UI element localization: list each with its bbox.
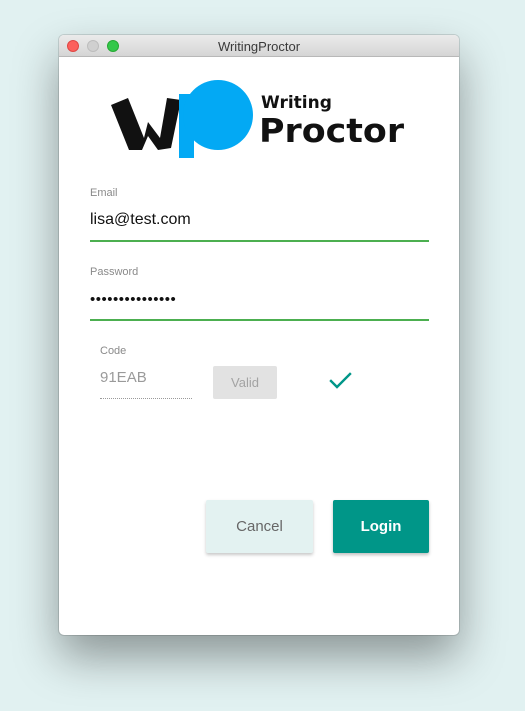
checkmark-icon bbox=[329, 372, 352, 389]
cancel-button[interactable]: Cancel bbox=[206, 500, 313, 553]
code-field[interactable]: 91EAB bbox=[100, 369, 147, 386]
password-field[interactable]: ••••••••••••••• bbox=[90, 291, 176, 308]
login-window: WritingProctor Writing Proctor Email lis… bbox=[59, 35, 459, 635]
writing-proctor-logo: Writing Proctor bbox=[111, 80, 405, 158]
title-bar[interactable]: WritingProctor bbox=[59, 35, 459, 57]
code-label: Code bbox=[100, 345, 127, 357]
logo-p-bowl bbox=[183, 80, 253, 150]
email-label: Email bbox=[90, 187, 118, 199]
password-label: Password bbox=[90, 266, 139, 278]
logo-text-proctor: Proctor bbox=[259, 111, 405, 150]
logo-w-mark bbox=[111, 98, 181, 150]
email-field[interactable]: lisa@test.com bbox=[90, 211, 191, 229]
login-button[interactable]: Login bbox=[333, 500, 429, 553]
password-underline bbox=[90, 319, 429, 321]
window-title: WritingProctor bbox=[217, 39, 301, 54]
code-underline bbox=[100, 398, 192, 399]
email-underline bbox=[90, 240, 429, 242]
validate-code-button[interactable]: Valid bbox=[213, 366, 277, 399]
logo-text-writing: Writing bbox=[261, 93, 332, 113]
